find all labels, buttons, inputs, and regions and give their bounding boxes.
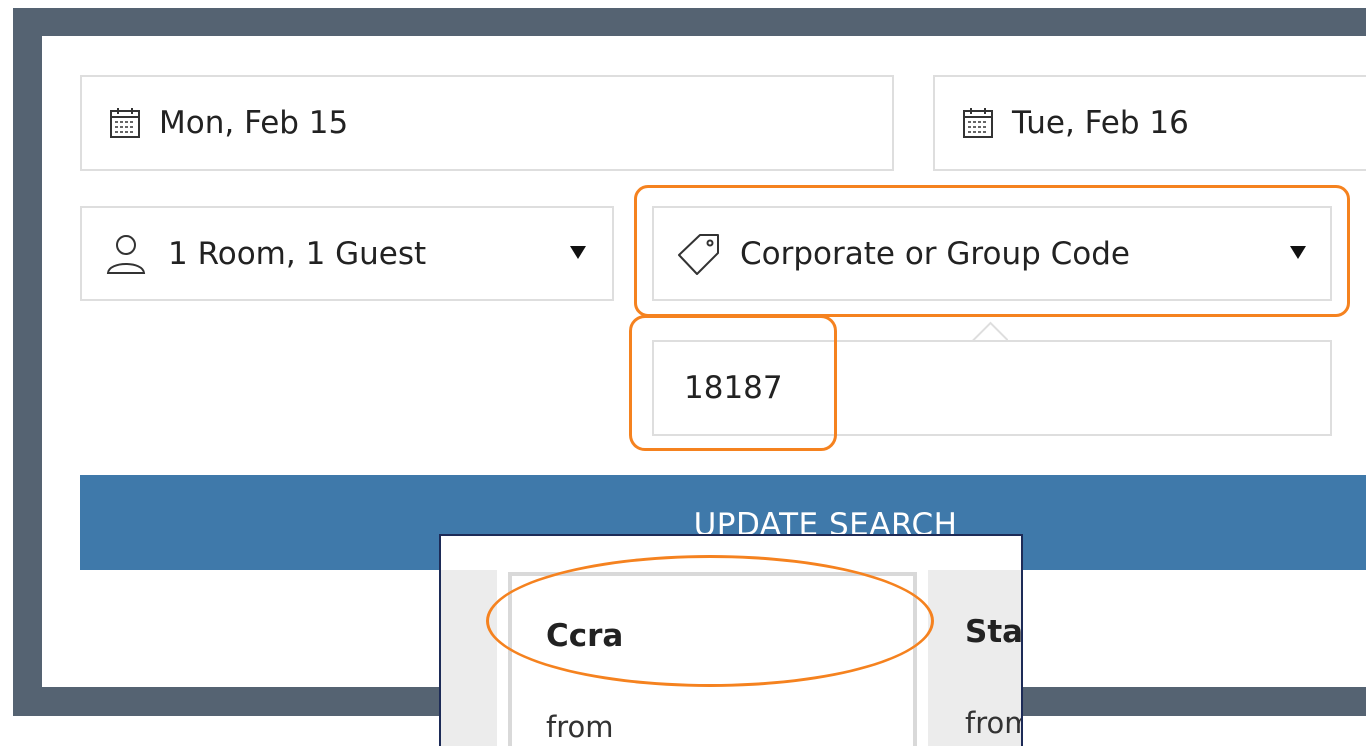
check-out-date-field[interactable]: Tue, Feb 16 bbox=[933, 75, 1366, 171]
annotation-ellipse-rate bbox=[486, 555, 934, 687]
rate-card[interactable]: Sta from bbox=[928, 570, 1023, 746]
popover-pointer bbox=[970, 320, 1008, 342]
check-in-date-field[interactable]: Mon, Feb 15 bbox=[80, 75, 894, 171]
rate-from-label: from bbox=[965, 706, 1021, 740]
rooms-guests-dropdown[interactable]: 1 Room, 1 Guest bbox=[80, 206, 614, 301]
check-in-date-label: Mon, Feb 15 bbox=[159, 105, 349, 141]
annotation-box-code bbox=[629, 315, 837, 451]
caret-down-icon bbox=[570, 246, 586, 260]
calendar-icon bbox=[961, 106, 995, 140]
rate-card-prev bbox=[441, 570, 497, 746]
person-icon bbox=[104, 232, 148, 276]
rate-name: Sta bbox=[965, 614, 1023, 650]
calendar-icon bbox=[108, 106, 142, 140]
rooms-guests-label: 1 Room, 1 Guest bbox=[168, 235, 427, 272]
rate-from-label: from bbox=[546, 710, 614, 744]
annotation-box-special-rates bbox=[634, 185, 1350, 317]
check-out-date-label: Tue, Feb 16 bbox=[1012, 105, 1189, 141]
